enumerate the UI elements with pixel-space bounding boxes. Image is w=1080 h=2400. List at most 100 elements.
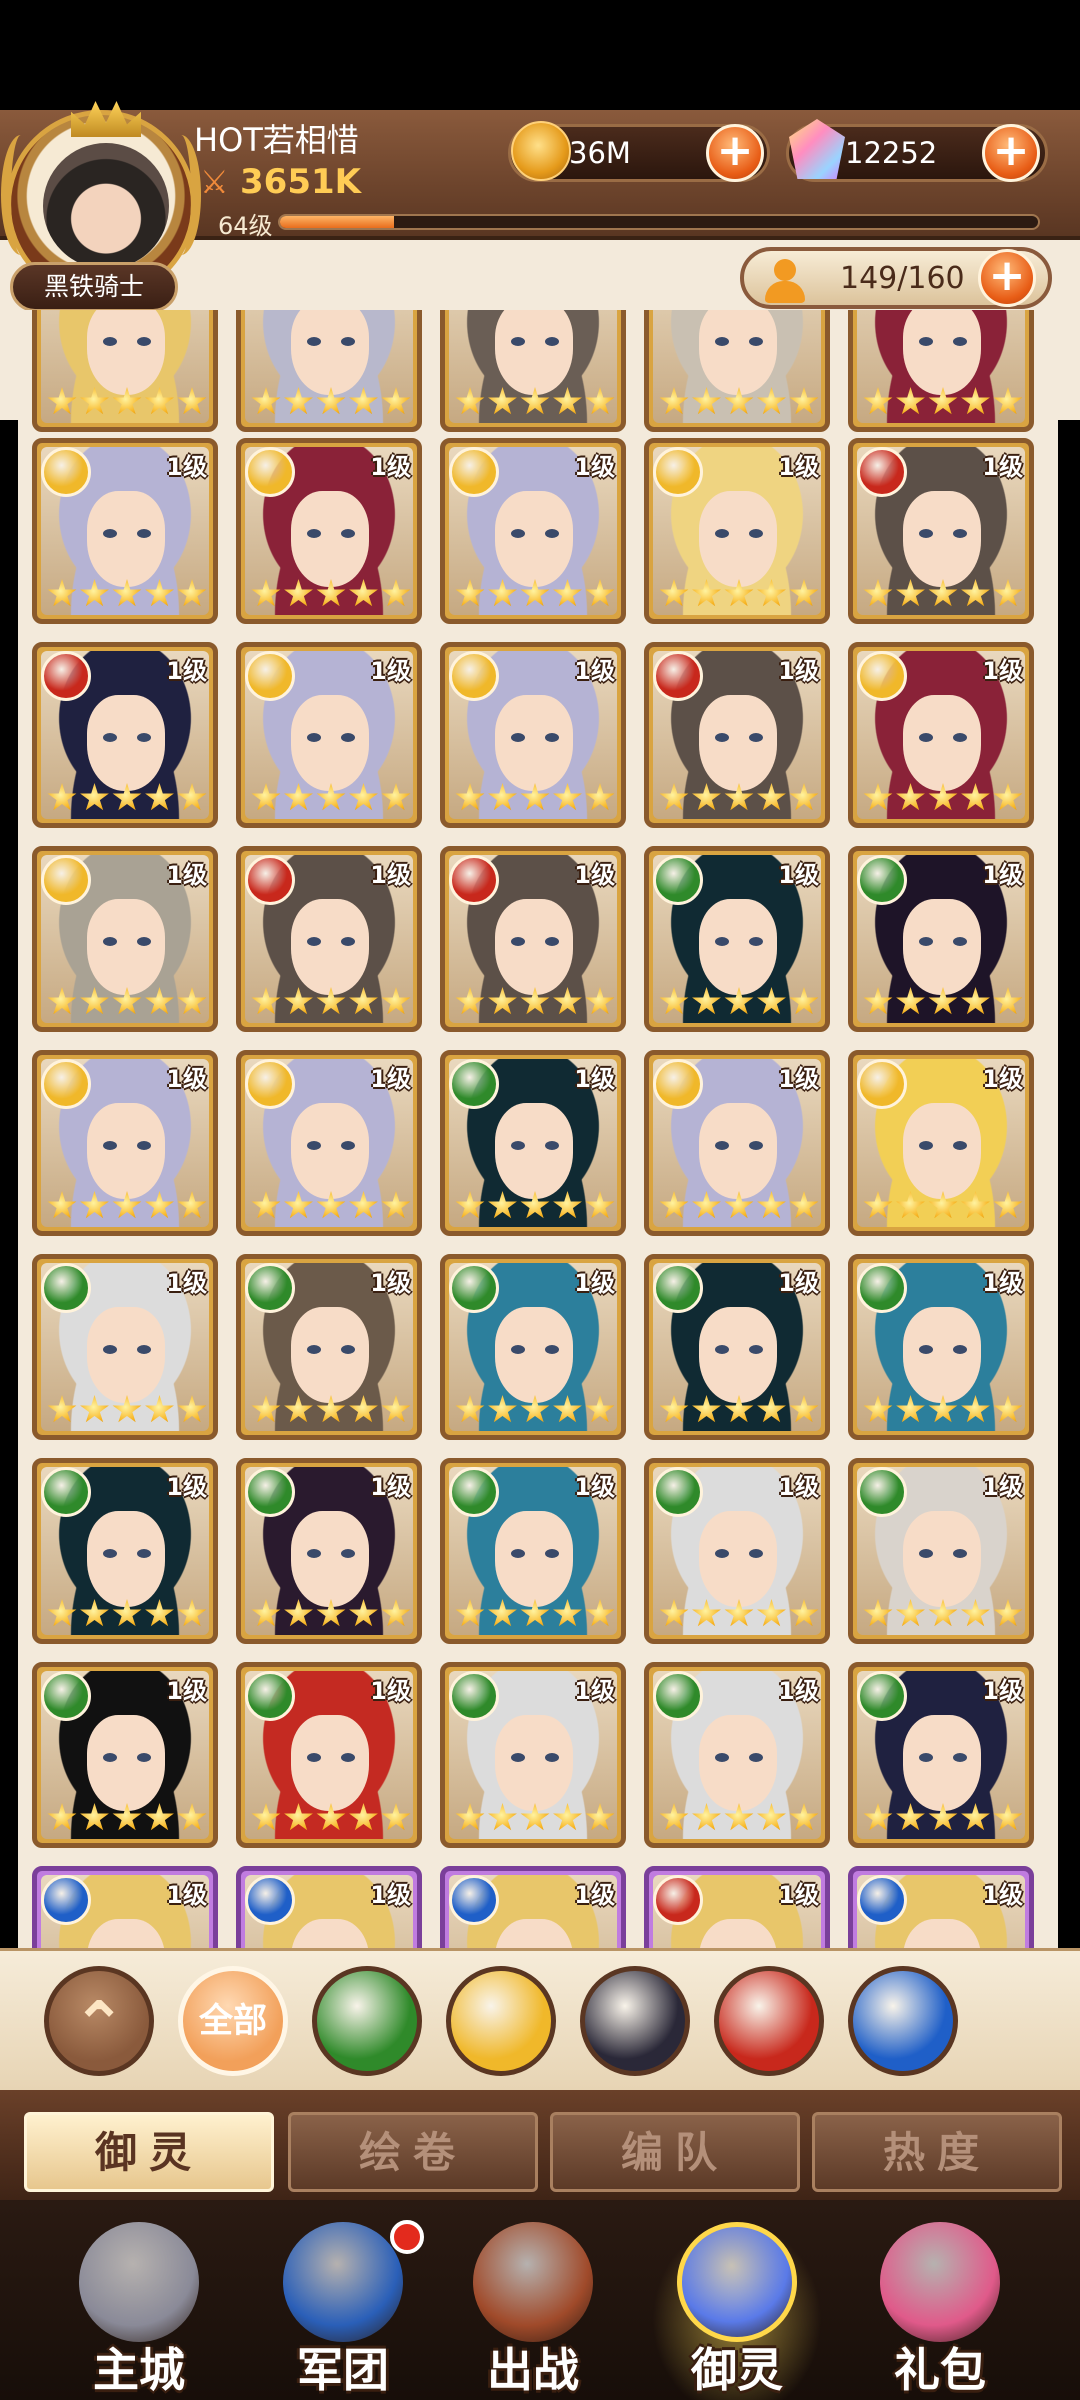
hero-card[interactable]: 1级 xyxy=(644,1866,830,1948)
castle-icon xyxy=(79,2222,199,2342)
hero-eye xyxy=(919,1753,933,1762)
hero-card[interactable]: 1级 xyxy=(848,846,1034,1032)
hero-face xyxy=(495,1103,573,1199)
hero-eye xyxy=(137,1549,151,1558)
hero-card[interactable] xyxy=(848,310,1034,432)
green-faction-icon xyxy=(857,1263,907,1313)
filter-collapse-button[interactable]: ⌃ xyxy=(44,1966,154,2076)
hero-grid[interactable]: 1级 1级 1级 1级 1级 1级 1级 1级 1级 1级 1级 1级 1级 1级 1级 1级 1级 1级 1级 1级… xyxy=(18,310,1058,1948)
hero-card[interactable]: 1级 xyxy=(32,1050,218,1236)
tab-0[interactable]: 御灵 xyxy=(24,2112,274,2192)
add-gold-button[interactable]: + xyxy=(706,124,764,182)
hero-card[interactable]: 1级 xyxy=(32,1662,218,1848)
hero-card[interactable] xyxy=(440,310,626,432)
star-rating xyxy=(863,387,1023,419)
hero-card[interactable]: 1级 xyxy=(236,846,422,1032)
star-icon xyxy=(520,1599,550,1627)
hero-card[interactable]: 1级 xyxy=(644,438,830,624)
nav-item-0[interactable]: 主城 xyxy=(54,2222,224,2400)
filter-light-button[interactable] xyxy=(446,1966,556,2076)
hero-card[interactable]: 1级 xyxy=(32,1254,218,1440)
hero-level: 1级 xyxy=(778,1881,819,1909)
hero-card[interactable]: 1级 xyxy=(848,1254,1034,1440)
spirit-crystal-icon xyxy=(677,2222,797,2342)
hero-eye xyxy=(341,1549,355,1558)
hero-eye xyxy=(137,1345,151,1354)
hero-card[interactable]: 1级 xyxy=(236,1866,422,1948)
hero-card[interactable]: 1级 xyxy=(440,1050,626,1236)
hero-card[interactable]: 1级 xyxy=(848,438,1034,624)
hero-eye xyxy=(341,337,355,346)
hero-card[interactable]: 1级 xyxy=(236,438,422,624)
hero-card[interactable]: 1级 xyxy=(848,1662,1034,1848)
hero-card[interactable]: 1级 xyxy=(644,1662,830,1848)
filter-dark-button[interactable] xyxy=(580,1966,690,2076)
star-rating xyxy=(251,1599,411,1631)
add-gem-button[interactable]: + xyxy=(982,124,1040,182)
tab-1[interactable]: 绘卷 xyxy=(288,2112,538,2192)
hero-card[interactable]: 1级 xyxy=(440,1662,626,1848)
star-icon xyxy=(692,579,721,607)
star-icon xyxy=(316,1191,346,1219)
hero-card[interactable]: 1级 xyxy=(236,642,422,828)
dark-star-faction-icon xyxy=(585,1971,685,2071)
star-icon xyxy=(381,579,411,607)
hero-card[interactable]: 1级 xyxy=(848,1050,1034,1236)
title-badge: 黑铁骑士 xyxy=(10,262,178,312)
star-icon xyxy=(553,387,582,415)
hero-card[interactable]: 1级 xyxy=(440,846,626,1032)
hero-card[interactable]: 1级 xyxy=(440,642,626,828)
hero-eye xyxy=(545,1753,559,1762)
hero-card[interactable]: 1级 xyxy=(440,1866,626,1948)
nav-label: 出战 xyxy=(487,2343,579,2397)
add-roster-button[interactable]: + xyxy=(978,249,1036,307)
star-rating xyxy=(455,579,615,611)
star-icon xyxy=(145,783,174,811)
hero-card[interactable]: 1级 xyxy=(440,1458,626,1644)
hero-eye xyxy=(511,1753,525,1762)
star-icon xyxy=(381,1191,411,1219)
star-rating xyxy=(47,987,207,1019)
hero-card[interactable]: 1级 xyxy=(236,1662,422,1848)
hero-card[interactable]: 1级 xyxy=(440,438,626,624)
star-rating xyxy=(251,579,411,611)
hero-card[interactable]: 1级 xyxy=(644,1254,830,1440)
hero-card[interactable] xyxy=(236,310,422,432)
filter-fire-button[interactable] xyxy=(714,1966,824,2076)
hero-card[interactable]: 1级 xyxy=(32,846,218,1032)
nav-item-2[interactable]: 出战 xyxy=(448,2222,618,2400)
star-icon xyxy=(928,1191,958,1219)
hero-card[interactable]: 1级 xyxy=(236,1458,422,1644)
hero-card[interactable]: 1级 xyxy=(644,1050,830,1236)
hero-card[interactable]: 1级 xyxy=(236,1050,422,1236)
star-rating xyxy=(659,1803,819,1835)
star-icon xyxy=(863,1395,893,1423)
hero-card[interactable]: 1级 xyxy=(848,1866,1034,1948)
hero-card[interactable]: 1级 xyxy=(32,1458,218,1644)
filter-water-button[interactable] xyxy=(848,1966,958,2076)
nav-item-3[interactable]: 御灵 xyxy=(652,2222,822,2400)
hero-card[interactable] xyxy=(644,310,830,432)
star-icon xyxy=(585,987,615,1015)
tab-3[interactable]: 热度 xyxy=(812,2112,1062,2192)
hero-card[interactable]: 1级 xyxy=(32,642,218,828)
hero-card[interactable]: 1级 xyxy=(32,1866,218,1948)
hero-card[interactable]: 1级 xyxy=(848,1458,1034,1644)
filter-all-button[interactable]: 全部 xyxy=(178,1966,288,2076)
hero-card[interactable]: 1级 xyxy=(440,1254,626,1440)
hero-card[interactable]: 1级 xyxy=(848,642,1034,828)
filter-nature-button[interactable] xyxy=(312,1966,422,2076)
hero-card[interactable]: 1级 xyxy=(644,1458,830,1644)
nav-item-4[interactable]: 礼包 xyxy=(855,2222,1025,2400)
hero-card[interactable] xyxy=(32,310,218,432)
hero-card[interactable]: 1级 xyxy=(644,846,830,1032)
red-faction-icon xyxy=(41,651,91,701)
nav-item-1[interactable]: 军团 xyxy=(258,2220,428,2400)
hero-card[interactable]: 1级 xyxy=(236,1254,422,1440)
hero-card[interactable]: 1级 xyxy=(32,438,218,624)
hero-eye xyxy=(341,1753,355,1762)
hero-level: 1级 xyxy=(166,1269,207,1297)
gem-value: 12252 xyxy=(845,136,938,170)
hero-card[interactable]: 1级 xyxy=(644,642,830,828)
tab-2[interactable]: 编队 xyxy=(550,2112,800,2192)
